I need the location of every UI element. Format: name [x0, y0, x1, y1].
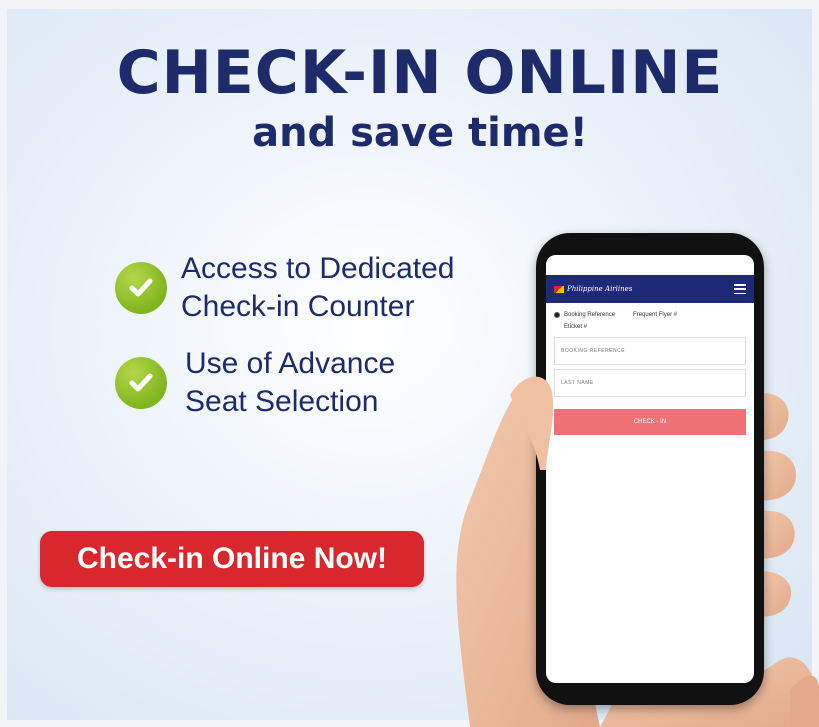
- feature-item: Access to Dedicated Check-in Counter: [115, 250, 454, 326]
- hamburger-menu-icon[interactable]: [734, 284, 746, 294]
- smartphone: Philippine Airlines Booking Reference Fr…: [536, 233, 764, 705]
- airline-logo: Philippine Airlines: [554, 285, 632, 293]
- feature-text: Access to Dedicated Check-in Counter: [181, 250, 454, 326]
- feature-line: Use of Advance: [185, 347, 396, 380]
- radio-booking-reference[interactable]: Booking Reference: [554, 312, 615, 318]
- radio-selected-icon: [554, 312, 560, 318]
- radio-label: Frequent Flyer #: [633, 312, 678, 318]
- feature-item: Use of Advance Seat Selection: [115, 345, 395, 421]
- radio-frequent-flyer[interactable]: Frequent Flyer #: [633, 312, 677, 318]
- feature-text: Use of Advance Seat Selection: [185, 345, 395, 421]
- booking-reference-input[interactable]: BOOKING REFERENCE: [554, 337, 746, 365]
- search-type-radios: Booking Reference Frequent Flyer # Etick…: [546, 303, 754, 333]
- last-name-input[interactable]: LAST NAME: [554, 369, 746, 397]
- feature-line: Check-in Counter: [181, 290, 415, 323]
- phone-screen: Philippine Airlines Booking Reference Fr…: [546, 255, 754, 683]
- airline-flag-icon: [554, 285, 564, 293]
- radio-unselected-icon: [554, 324, 560, 330]
- check-in-online-button[interactable]: Check-in Online Now!: [40, 531, 424, 587]
- feature-line: Seat Selection: [185, 385, 379, 418]
- radio-label: Booking Reference: [564, 312, 616, 318]
- check-in-button[interactable]: CHECK - IN: [554, 409, 746, 435]
- subheadline: and save time!: [252, 110, 588, 156]
- feature-line: Access to Dedicated: [181, 252, 455, 285]
- app-header: Philippine Airlines: [546, 275, 754, 303]
- check-icon: [115, 262, 167, 314]
- radio-label: Eticket #: [564, 324, 588, 330]
- headline: CHECK-IN ONLINE: [116, 38, 724, 108]
- radio-eticket[interactable]: Eticket #: [554, 324, 587, 330]
- check-icon: [115, 357, 167, 409]
- airline-name: Philippine Airlines: [567, 285, 633, 293]
- status-bar: [546, 255, 754, 275]
